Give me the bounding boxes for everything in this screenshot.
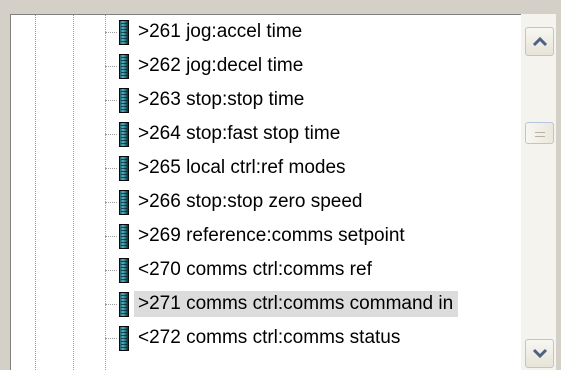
tree-item-label: >264 stop:fast stop time bbox=[138, 123, 341, 144]
tree-connector bbox=[105, 270, 117, 271]
tree-item-label: >263 stop:stop time bbox=[138, 89, 305, 110]
tree-item[interactable]: >269 reference:comms setpoint bbox=[11, 219, 519, 253]
parameter-icon bbox=[119, 190, 129, 215]
tree-item-selected[interactable]: >271 comms ctrl:comms command in bbox=[11, 287, 519, 321]
tree-item[interactable]: <272 comms ctrl:comms status bbox=[11, 321, 519, 355]
tree-item[interactable]: >263 stop:stop time bbox=[11, 83, 519, 117]
tree-connector bbox=[105, 338, 117, 339]
tree-item[interactable]: >262 jog:decel time bbox=[11, 49, 519, 83]
parameter-icon bbox=[119, 224, 129, 249]
scroll-thumb[interactable] bbox=[525, 122, 554, 144]
scroll-down-button[interactable] bbox=[525, 339, 554, 368]
tree-connector bbox=[105, 134, 117, 135]
window-frame: >261 jog:accel time >262 jog:decel time … bbox=[0, 0, 561, 370]
tree-item-label: >266 stop:stop zero speed bbox=[138, 191, 363, 212]
parameter-icon bbox=[119, 156, 129, 181]
parameter-icon bbox=[119, 258, 129, 283]
parameter-icon bbox=[119, 326, 129, 351]
parameter-icon bbox=[119, 88, 129, 113]
parameter-icon bbox=[119, 292, 129, 317]
tree-connector bbox=[105, 168, 117, 169]
tree-item-label: >262 jog:decel time bbox=[138, 55, 304, 76]
tree-connector bbox=[105, 100, 117, 101]
tree-item[interactable]: <270 comms ctrl:comms ref bbox=[11, 253, 519, 287]
tree-connector bbox=[105, 32, 117, 33]
grip-icon bbox=[535, 132, 545, 137]
parameter-icon bbox=[119, 122, 129, 147]
tree-item-label: >271 comms ctrl:comms command in bbox=[134, 291, 459, 317]
tree-item-label: <270 comms ctrl:comms ref bbox=[138, 259, 372, 280]
tree-item-label: >265 local ctrl:ref modes bbox=[138, 157, 346, 178]
vertical-scrollbar[interactable] bbox=[521, 14, 556, 370]
tree-connector bbox=[105, 304, 117, 305]
tree-item-label: >269 reference:comms setpoint bbox=[138, 225, 405, 246]
parameter-icon bbox=[119, 54, 129, 79]
scroll-down-arrow-icon bbox=[532, 348, 548, 359]
tree-connector bbox=[105, 66, 117, 67]
tree-item[interactable]: >264 stop:fast stop time bbox=[11, 117, 519, 151]
tree-item-label: >261 jog:accel time bbox=[138, 21, 303, 42]
scroll-up-arrow-icon bbox=[532, 36, 548, 47]
tree-connector bbox=[105, 236, 117, 237]
parameter-icon bbox=[119, 20, 129, 45]
tree-item[interactable]: >265 local ctrl:ref modes bbox=[11, 151, 519, 185]
tree-item[interactable]: >261 jog:accel time bbox=[11, 15, 519, 49]
tree-connector bbox=[105, 202, 117, 203]
scroll-up-button[interactable] bbox=[525, 27, 554, 56]
tree-item-label: <272 comms ctrl:comms status bbox=[138, 327, 401, 348]
tree-item[interactable]: >266 stop:stop zero speed bbox=[11, 185, 519, 219]
parameter-tree[interactable]: >261 jog:accel time >262 jog:decel time … bbox=[10, 14, 556, 370]
